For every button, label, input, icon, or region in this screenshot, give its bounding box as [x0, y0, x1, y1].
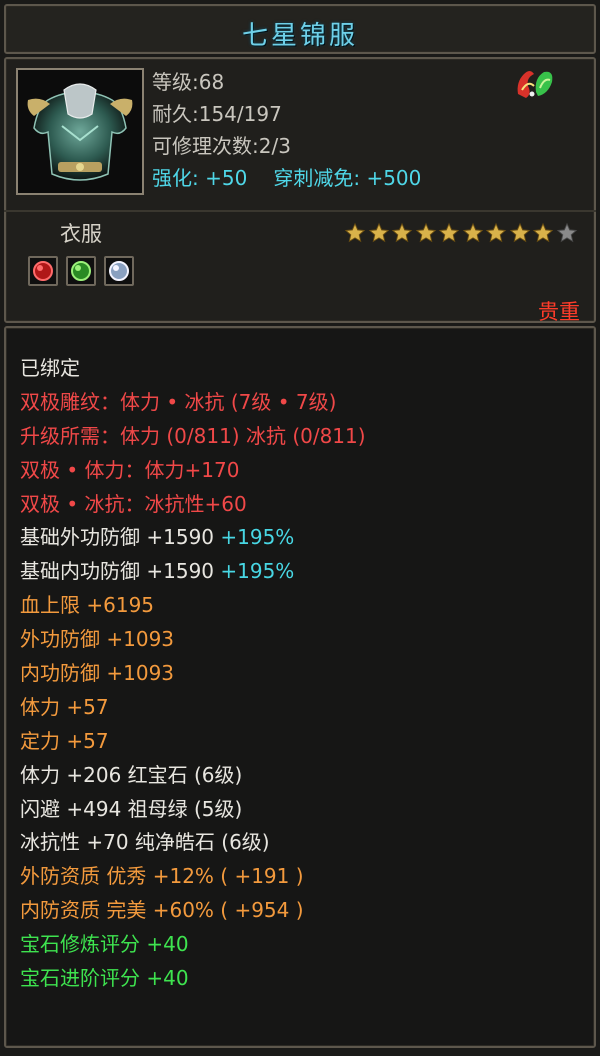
- gem-slot[interactable]: [28, 256, 58, 286]
- enhance-line: 强化: +50 穿刺减免: +500: [152, 162, 421, 194]
- stat-text: 双极雕纹：体力 • 冰抗 (7级 • 7级): [20, 389, 337, 414]
- stat-text: 内功防御 +1093: [20, 661, 175, 686]
- item-name: 七星锦服: [241, 21, 358, 51]
- title-bar: 七星锦服: [4, 4, 596, 54]
- stat-text: 基础内功防御 +1590: [20, 559, 221, 584]
- stat-text: 基础外功防御 +1590: [20, 525, 221, 550]
- armor-icon: [16, 68, 144, 195]
- stat-text: 定力 +57: [20, 728, 109, 753]
- gem-slots: [28, 256, 142, 286]
- stat-text: +195%: [220, 559, 295, 584]
- stat-text: 升级所需：体力 (0/811) 冰抗 (0/811): [20, 423, 366, 448]
- stat-line: 双极 • 冰抗：冰抗性+60: [20, 488, 366, 522]
- stat-text: 血上限 +6195: [20, 593, 155, 618]
- red-gem-icon: [33, 261, 53, 281]
- star-filled-icon: [438, 222, 460, 243]
- stat-text: 双极 • 冰抗：冰抗性+60: [20, 491, 247, 516]
- stat-line: 内防资质 完美 +60% ( +954 ): [20, 894, 366, 928]
- divider: [4, 210, 596, 212]
- gem-slot[interactable]: [66, 256, 96, 286]
- stat-line: 血上限 +6195: [20, 589, 366, 623]
- stat-line: 双极 • 体力：体力+170: [20, 454, 366, 488]
- item-type: 衣服: [60, 222, 102, 246]
- star-filled-icon: [509, 222, 530, 243]
- stat-line: 基础内功防御 +1590 +195%: [20, 555, 366, 589]
- stat-line: 双极雕纹：体力 • 冰抗 (7级 • 7级): [20, 386, 366, 420]
- star-empty-icon: [556, 222, 577, 243]
- item-tooltip: 七星锦服 等级:68 耐久:154/197 可修理次数:2/3 强化: +50 …: [0, 0, 600, 1056]
- gem-slot[interactable]: [104, 256, 134, 286]
- stat-text: 双极 • 体力：体力+170: [20, 457, 240, 482]
- quality-label: 贵重: [538, 300, 580, 324]
- stat-text: 体力 +57: [20, 694, 109, 719]
- star-rating: [344, 222, 579, 248]
- stat-line: 闪避 +494 祖母绿 (5级): [20, 793, 366, 827]
- stat-line: 定力 +57: [20, 725, 366, 759]
- stat-text: 内防资质 完美 +60% ( +954 ): [20, 898, 304, 923]
- stat-line: 外功防御 +1093: [20, 623, 366, 657]
- stat-line: 内功防御 +1093: [20, 657, 366, 691]
- green-gem-icon: [71, 261, 91, 281]
- stat-line: 宝石进阶评分 +40: [20, 962, 366, 996]
- dragon-badge-icon: [514, 64, 556, 102]
- stat-line: 体力 +57: [20, 691, 366, 725]
- stat-text: 外防资质 优秀 +12% ( +191 ): [20, 864, 304, 889]
- stat-text: 宝石进阶评分 +40: [20, 966, 189, 991]
- stat-line: 宝石修炼评分 +40: [20, 928, 366, 962]
- enhance-label: 强化:: [152, 166, 199, 190]
- stat-text: 冰抗性 +70 纯净皓石 (6级): [20, 830, 270, 855]
- durability-line: 耐久:154/197: [152, 102, 282, 126]
- stat-line: 升级所需：体力 (0/811) 冰抗 (0/811): [20, 420, 366, 454]
- stat-line: 已绑定: [20, 352, 366, 386]
- star-filled-icon: [415, 222, 436, 243]
- stat-text: 闪避 +494 祖母绿 (5级): [20, 796, 243, 821]
- stat-text: 已绑定: [20, 356, 80, 380]
- star-filled-icon: [485, 222, 507, 243]
- stat-text: +195%: [220, 525, 295, 550]
- stat-line: 体力 +206 红宝石 (6级): [20, 759, 366, 793]
- repair-count-line: 可修理次数:2/3: [152, 134, 291, 158]
- item-basic-info: 等级:68 耐久:154/197 可修理次数:2/3 强化: +50 穿刺减免: …: [152, 66, 421, 194]
- star-filled-icon: [368, 222, 389, 243]
- white-gem-icon: [109, 261, 129, 281]
- pierce-label: 穿刺减免:: [273, 166, 361, 190]
- star-filled-icon: [391, 222, 413, 243]
- pierce-value: +500: [366, 166, 422, 190]
- stat-line: 冰抗性 +70 纯净皓石 (6级): [20, 826, 366, 860]
- star-filled-icon: [532, 222, 554, 243]
- enhance-value: +50: [205, 166, 248, 190]
- star-filled-icon: [462, 222, 483, 243]
- stat-text: 外功防御 +1093: [20, 627, 175, 652]
- level-line: 等级:68: [152, 70, 225, 94]
- stat-list: 已绑定双极雕纹：体力 • 冰抗 (7级 • 7级) 升级所需：体力 (0/811)…: [20, 352, 366, 996]
- stat-line: 外防资质 优秀 +12% ( +191 ): [20, 860, 366, 894]
- stat-line: 基础外功防御 +1590 +195%: [20, 521, 366, 555]
- stat-text: 宝石修炼评分 +40: [20, 932, 189, 957]
- star-filled-icon: [344, 222, 366, 243]
- stat-text: 体力 +206 红宝石 (6级): [20, 762, 243, 787]
